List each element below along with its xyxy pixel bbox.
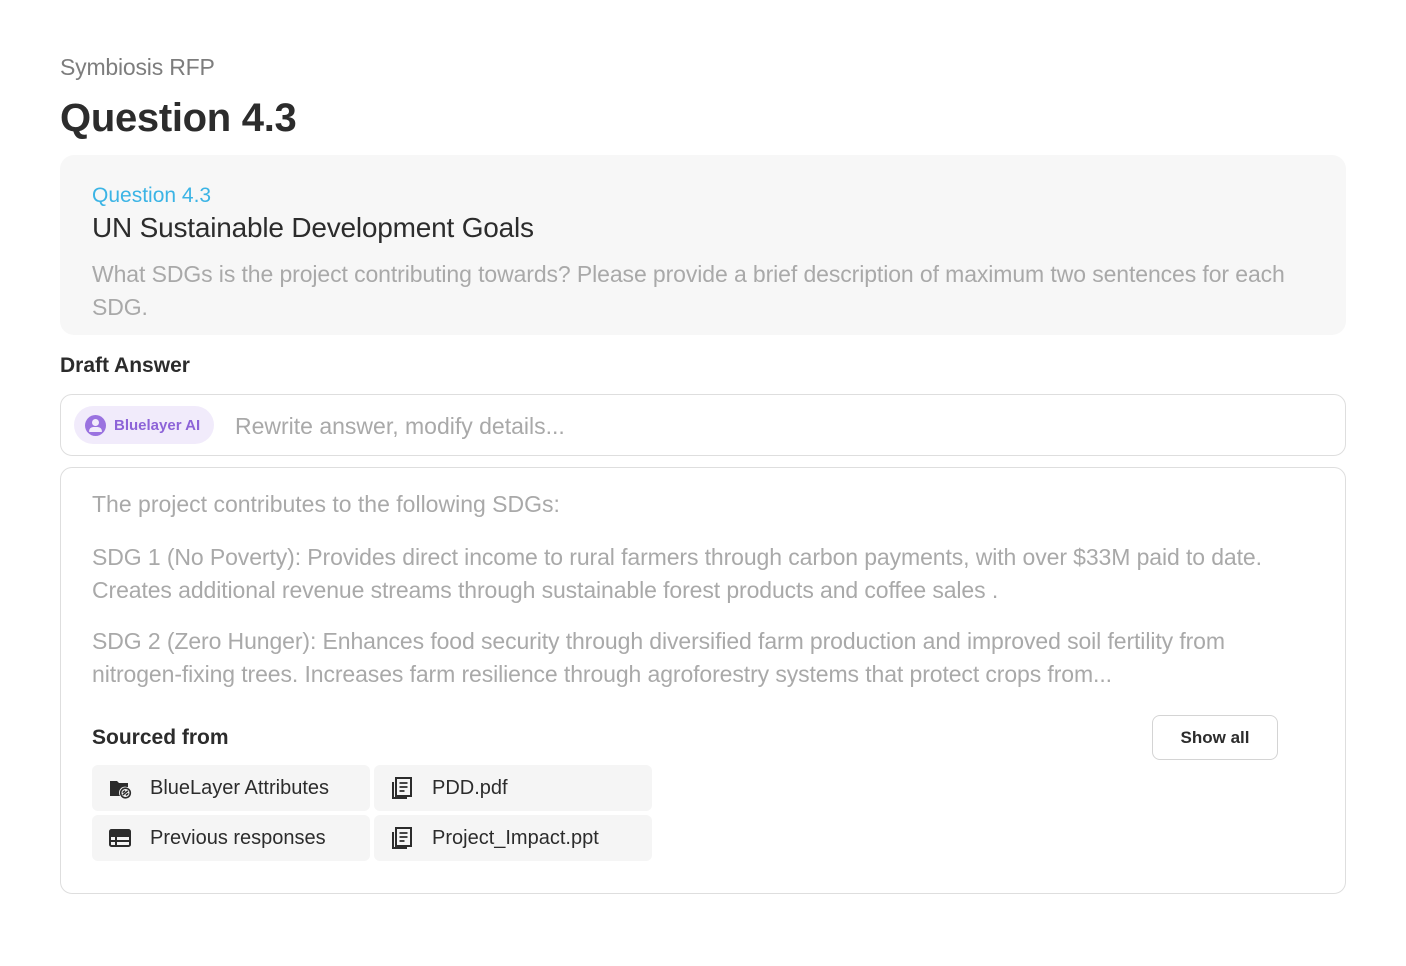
answer-paragraph: SDG 2 (Zero Hunger): Enhances food secur… (92, 628, 1225, 687)
question-title: UN Sustainable Development Goals (92, 212, 534, 243)
sources-list: BlueLayer Attributes PDD.pdf Previous re… (92, 765, 652, 861)
document-icon (392, 827, 412, 849)
page-title: Question 4.3 (60, 96, 297, 140)
question-number: Question 4.3 (92, 184, 212, 207)
question-description: What SDGs is the project contributing to… (92, 261, 1285, 320)
source-chip-label: PDD.pdf (432, 776, 508, 799)
source-chip-label: Project_Impact.ppt (432, 826, 599, 849)
source-chip-label: Previous responses (150, 826, 326, 849)
document-icon (392, 777, 412, 799)
answer-intro: The project contributes to the following… (92, 491, 560, 517)
source-chip-label: BlueLayer Attributes (150, 776, 329, 799)
ai-prompt-input[interactable] (235, 407, 1315, 445)
ai-chip-label: Bluelayer AI (114, 416, 201, 434)
breadcrumb[interactable]: Symbiosis RFP (60, 54, 215, 81)
sourced-from-label: Sourced from (92, 726, 229, 749)
draft-answer-label: Draft Answer (60, 354, 190, 377)
answer-paragraph: SDG 1 (No Poverty): Provides direct inco… (92, 544, 1262, 603)
table-icon (109, 829, 131, 847)
source-chip-previous-responses[interactable]: Previous responses (92, 815, 370, 861)
source-chip-pdd-pdf[interactable]: PDD.pdf (374, 765, 652, 811)
source-chip-bluelayer-attributes[interactable]: BlueLayer Attributes (92, 765, 370, 811)
bluelayer-ai-chip[interactable]: Bluelayer AI (74, 406, 215, 444)
source-chip-project-impact-ppt[interactable]: Project_Impact.ppt (374, 815, 652, 861)
ai-prompt-bar: Bluelayer AI (60, 394, 1346, 456)
folder-link-icon (110, 781, 132, 799)
ai-assistant-icon (85, 414, 106, 436)
show-all-button[interactable]: Show all (1152, 715, 1278, 760)
